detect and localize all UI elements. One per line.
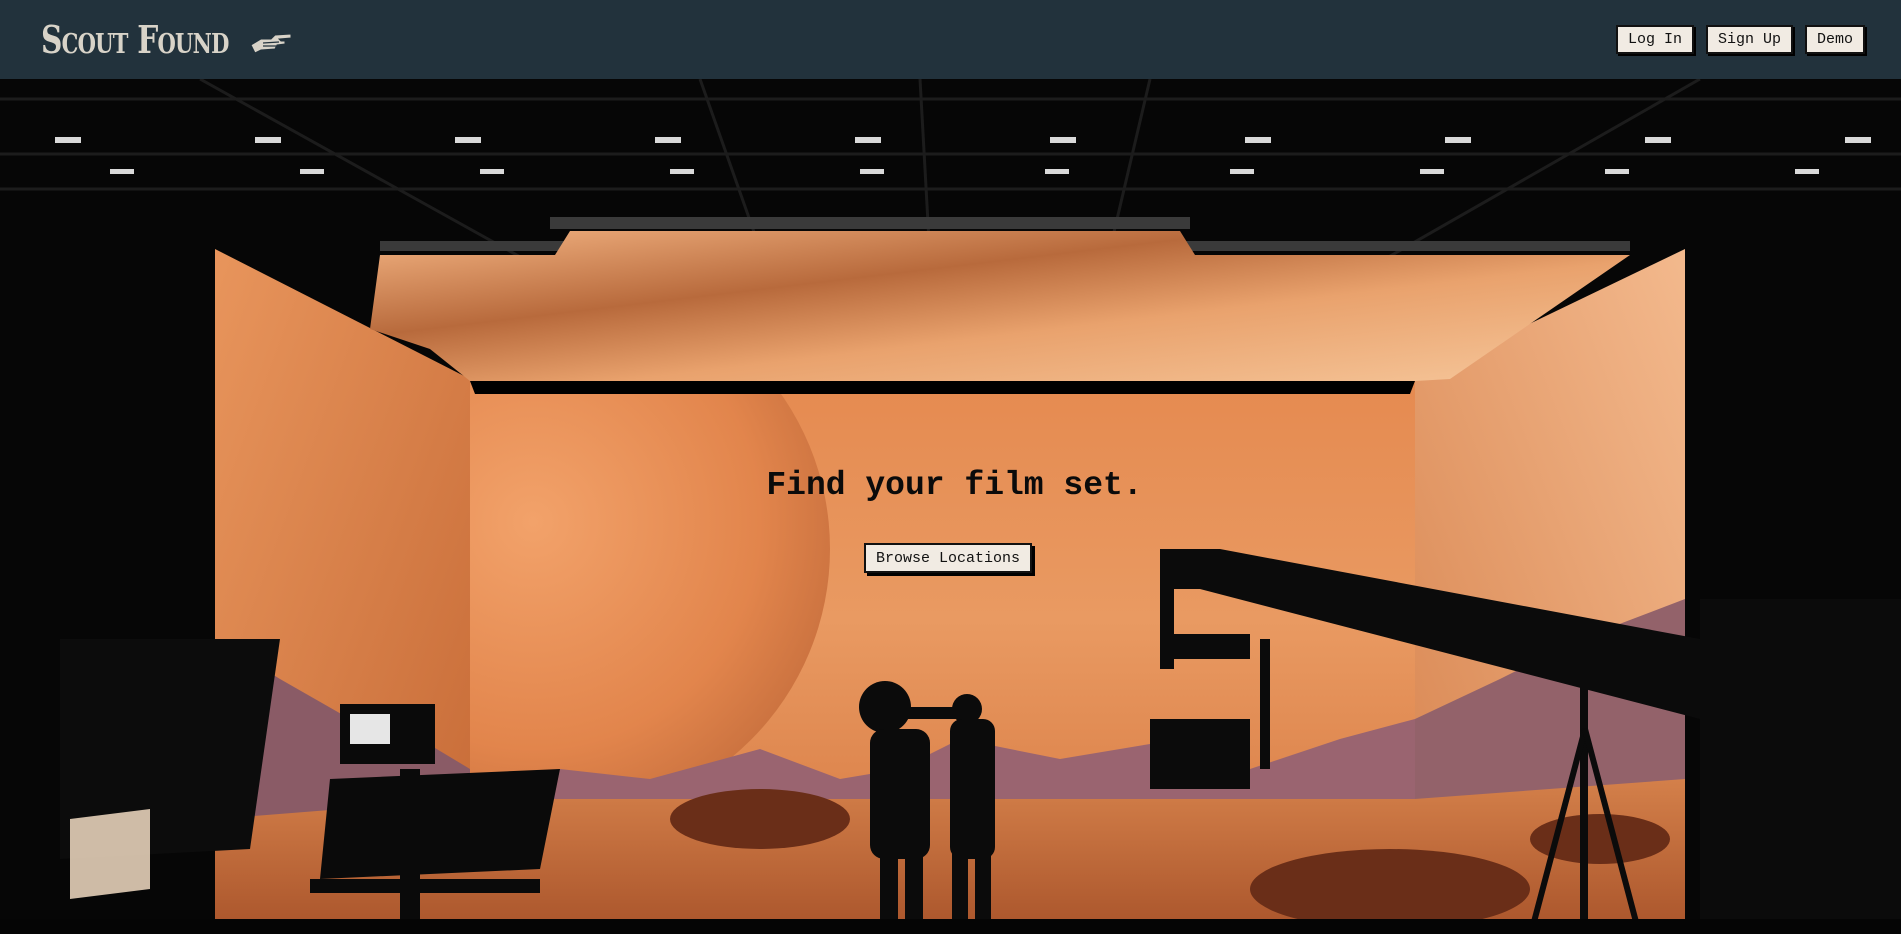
logo[interactable]: Scout Found <box>41 17 295 62</box>
top-nav-bar: Scout Found Log In Sign Up Demo <box>0 0 1901 79</box>
hero-content: Find your film set. Browse Locations <box>0 79 1901 937</box>
logo-text: Scout Found <box>41 17 229 62</box>
header-nav: Log In Sign Up Demo <box>1615 25 1865 54</box>
browse-locations-button[interactable]: Browse Locations <box>864 543 1032 573</box>
signup-button[interactable]: Sign Up <box>1705 25 1793 54</box>
demo-button[interactable]: Demo <box>1804 25 1865 54</box>
hero-headline: Find your film set. <box>766 467 1143 504</box>
login-button[interactable]: Log In <box>1615 25 1694 54</box>
pointing-hand-icon <box>250 32 292 54</box>
hero-section: Find your film set. Browse Locations <box>0 79 1901 937</box>
